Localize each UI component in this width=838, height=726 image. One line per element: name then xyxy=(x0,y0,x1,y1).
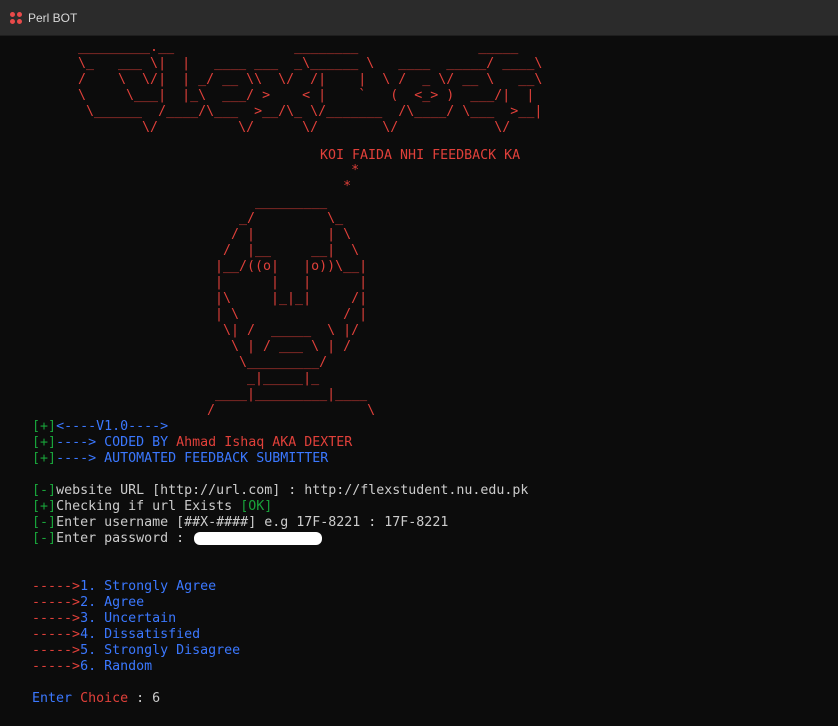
purpose-text: ----> AUTOMATED FEEDBACK SUBMITTER xyxy=(56,451,329,466)
password-line: [-]Enter password : xyxy=(0,515,323,563)
choice-label-emph: Choice xyxy=(80,691,129,706)
app-icon xyxy=(10,11,22,24)
info-prefix: [+] xyxy=(32,451,57,466)
title-bar[interactable]: Perl BOT xyxy=(0,0,838,36)
password-prompt: Enter password : xyxy=(56,531,193,546)
banner-face: * * _________ _/ \_ / | | \ / |__ __| \ … xyxy=(207,163,376,418)
banner-tagline: KOI FAIDA NHI FEEDBACK KA xyxy=(320,148,521,163)
terminal-output[interactable]: _________.__ ________ _____ \_ ___ \| | … xyxy=(0,36,838,726)
pass-prefix: [-] xyxy=(32,531,57,546)
menu-arrow: -----> xyxy=(32,659,81,674)
choice-label: Enter xyxy=(32,691,81,706)
password-redaction xyxy=(194,531,323,545)
menu-option-label: 6. Random xyxy=(80,659,153,674)
choice-sep: : xyxy=(128,691,153,706)
choice-value[interactable]: 6 xyxy=(152,691,160,706)
choice-line[interactable]: Enter Choice : 6 xyxy=(0,675,160,723)
window-title: Perl BOT xyxy=(28,10,78,25)
banner-logo: _________.__ ________ _____ \_ ___ \| | … xyxy=(78,40,543,135)
